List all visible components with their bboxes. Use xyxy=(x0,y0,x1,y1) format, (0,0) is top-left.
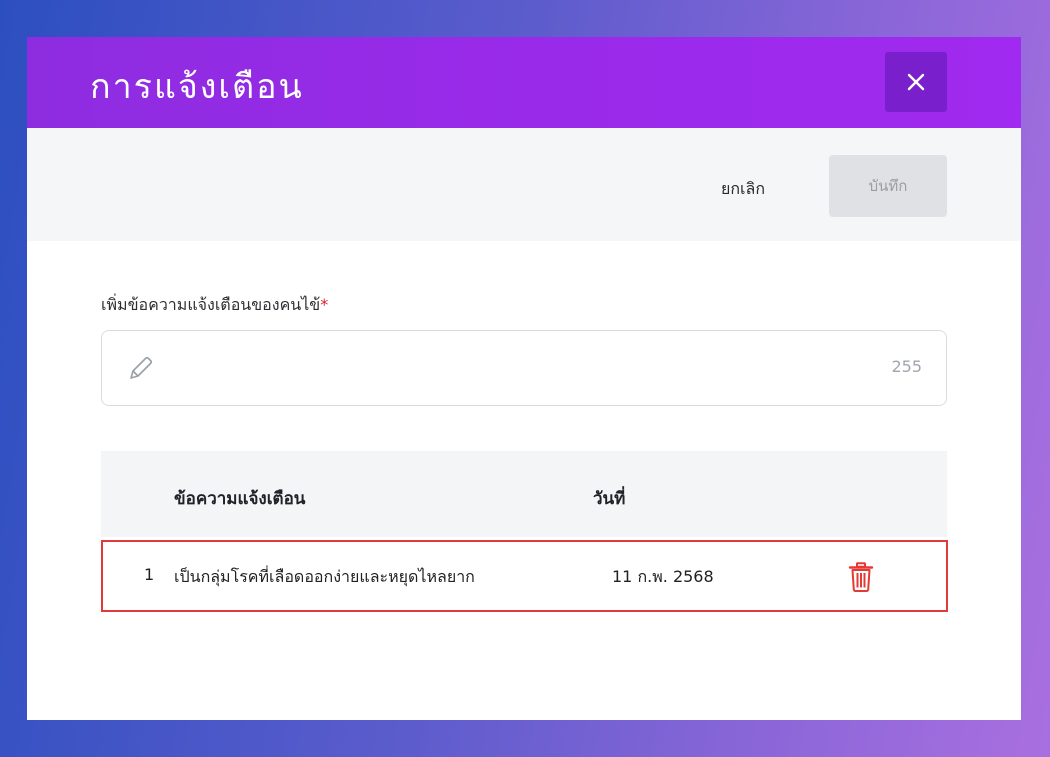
trash-icon[interactable] xyxy=(848,562,874,592)
pencil-icon xyxy=(130,356,153,379)
table-row: 1 เป็นกลุ่มโรคที่เลือดออกง่ายและหยุดไหลย… xyxy=(101,540,948,612)
dialog-header: การแจ้งเตือน xyxy=(27,37,1021,128)
cancel-button[interactable]: ยกเลิก xyxy=(699,171,787,207)
message-field-label: เพิ่มข้อความแจ้งเตือนของคนไข้* xyxy=(101,293,328,318)
table-header: ข้อความแจ้งเตือน วันที่ xyxy=(101,451,947,537)
dialog-toolbar: ยกเลิก บันทึก xyxy=(27,128,1021,241)
message-input[interactable] xyxy=(166,349,870,389)
required-mark: * xyxy=(320,295,329,314)
column-header-message: ข้อความแจ้งเตือน xyxy=(174,489,306,509)
row-index: 1 xyxy=(144,565,155,584)
close-icon xyxy=(907,73,925,91)
char-counter: 255 xyxy=(891,357,922,376)
dialog-title: การแจ้งเตือน xyxy=(90,67,304,107)
row-message: เป็นกลุ่มโรคที่เลือดออกง่ายและหยุดไหลยาก xyxy=(174,567,475,586)
close-button[interactable] xyxy=(885,52,947,112)
column-header-date: วันที่ xyxy=(593,489,626,509)
alert-dialog: การแจ้งเตือน ยกเลิก บันทึก เพิ่มข้อความแ… xyxy=(27,37,1021,720)
row-date: 11 ก.พ. 2568 xyxy=(612,567,714,586)
message-field-label-text: เพิ่มข้อความแจ้งเตือนของคนไข้ xyxy=(101,295,321,314)
save-button[interactable]: บันทึก xyxy=(829,155,947,217)
message-input-box[interactable]: 255 xyxy=(101,330,947,406)
